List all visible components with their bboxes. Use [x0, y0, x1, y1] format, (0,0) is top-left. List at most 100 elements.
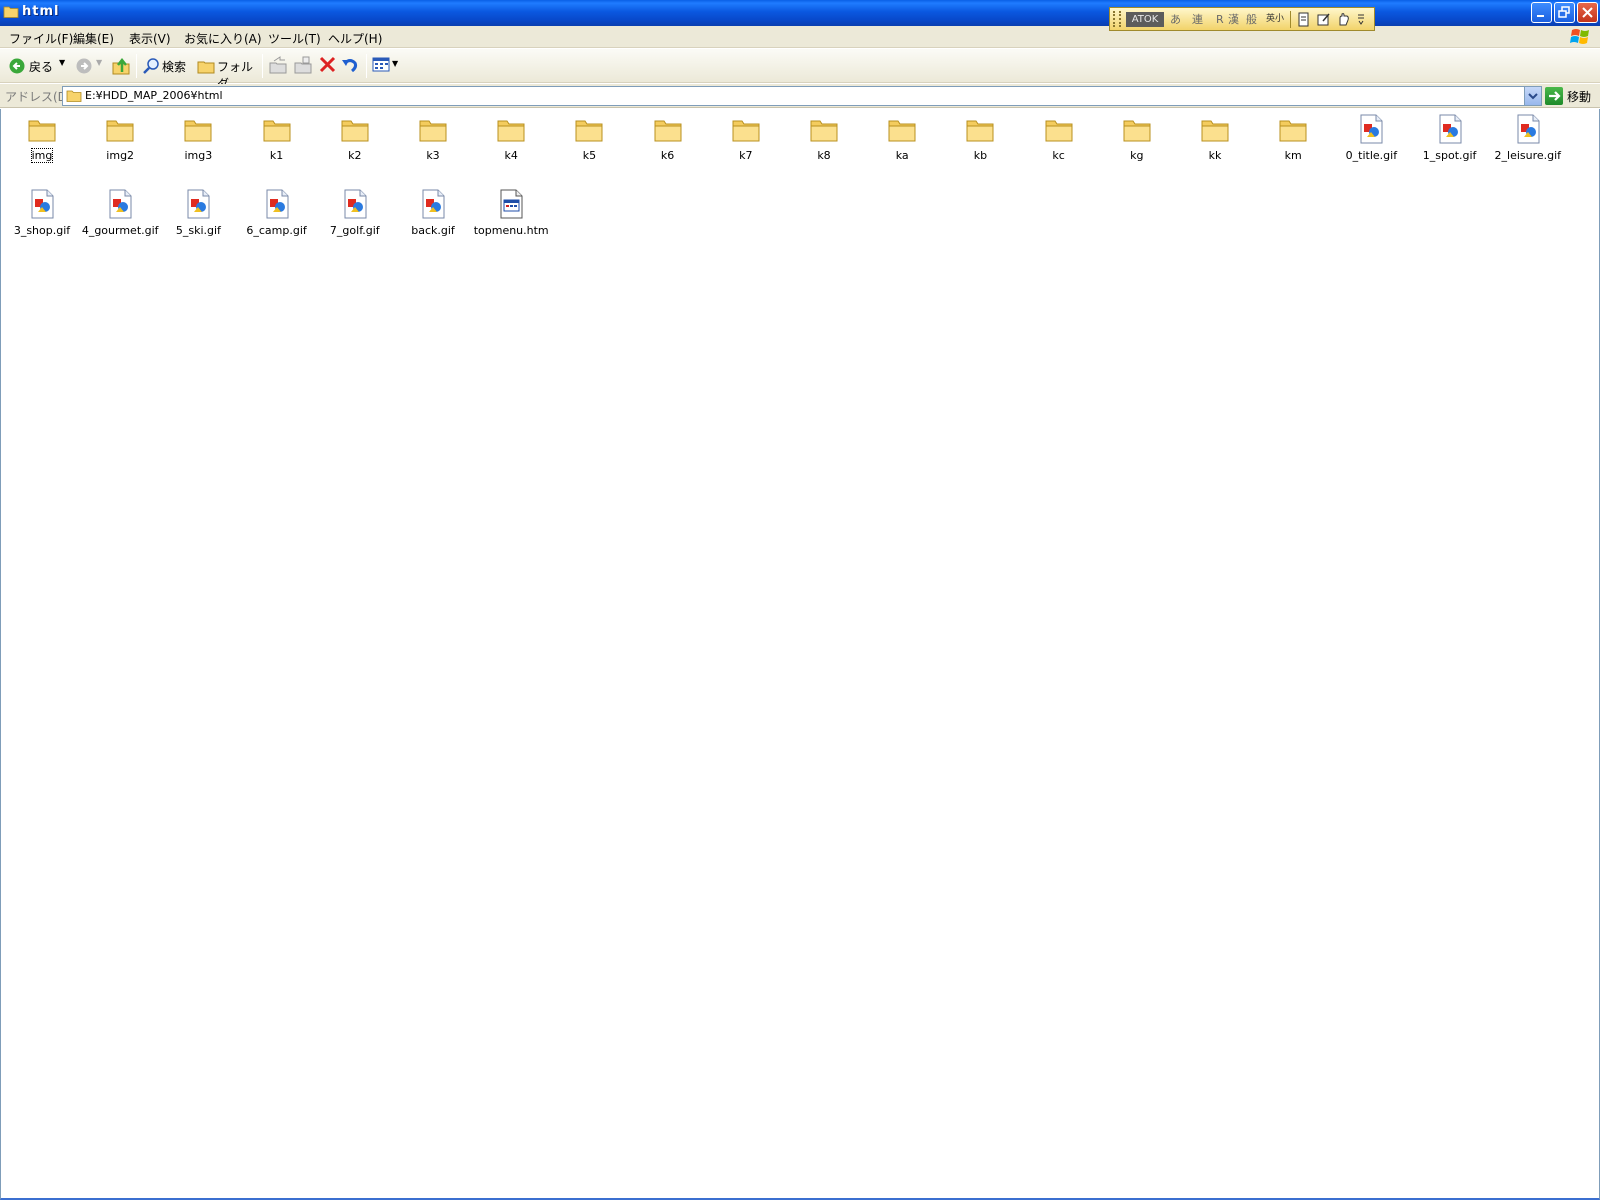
close-button[interactable]: [1577, 2, 1598, 23]
file-list-view[interactable]: img img2 img3 k1 k2 k3 k4 k5 k6 k7 k8 ka kb kc kg kk km 0…: [0, 109, 1600, 1200]
menu-arrow-icon[interactable]: [1356, 12, 1366, 27]
folder-item[interactable]: img2: [81, 109, 159, 179]
minimize-icon: [1537, 15, 1544, 17]
file-item[interactable]: 0_title.gif: [1332, 109, 1410, 179]
folder-icon: [1277, 113, 1309, 145]
atok-mode-hiragana[interactable]: あ: [1170, 12, 1181, 27]
html-document-icon: [495, 188, 527, 220]
file-item[interactable]: 7_golf.gif: [316, 184, 394, 254]
close-icon: [1582, 7, 1593, 18]
edit-icon[interactable]: [1316, 12, 1331, 27]
folder-icon: [652, 113, 684, 145]
dropdown-arrow-icon[interactable]: ▼: [392, 59, 398, 68]
folder-item[interactable]: k2: [316, 109, 394, 179]
menu-tools[interactable]: ツール(T): [268, 30, 321, 47]
folder-icon: [730, 113, 762, 145]
file-item[interactable]: 2_leisure.gif: [1489, 109, 1567, 179]
menu-file[interactable]: ファイル(F): [9, 30, 73, 47]
back-label: 戻る: [29, 60, 54, 74]
folder-icon: [261, 113, 293, 145]
file-name-label: kk: [1208, 149, 1222, 162]
drag-grip-icon[interactable]: [1113, 11, 1121, 27]
undo-icon[interactable]: [340, 55, 360, 77]
menu-favorites[interactable]: お気に入り(A): [184, 30, 262, 47]
folder-icon: [182, 113, 214, 145]
file-name-label: img: [30, 148, 54, 163]
folder-item[interactable]: km: [1254, 109, 1332, 179]
dropdown-arrow-icon[interactable]: ▼: [96, 58, 102, 67]
views-button[interactable]: ▼: [372, 55, 400, 77]
folders-button[interactable]: フォルダ: [195, 55, 257, 91]
folder-item[interactable]: kk: [1176, 109, 1254, 179]
file-item[interactable]: 5_ski.gif: [159, 184, 237, 254]
file-name-label: 1_spot.gif: [1422, 149, 1477, 162]
folders-icon: [197, 61, 215, 74]
file-item[interactable]: 1_spot.gif: [1411, 109, 1489, 179]
delete-icon[interactable]: [318, 55, 338, 77]
address-dropdown-button[interactable]: [1524, 87, 1541, 105]
file-name-label: k3: [426, 149, 440, 162]
file-item[interactable]: 6_camp.gif: [238, 184, 316, 254]
toolbar-separator: [366, 54, 367, 78]
folder-icon: [26, 113, 58, 145]
file-item[interactable]: 3_shop.gif: [3, 184, 81, 254]
atok-mode-general[interactable]: 般: [1246, 12, 1257, 27]
file-name-label: img3: [184, 149, 213, 162]
atok-mode-input[interactable]: 連: [1192, 12, 1203, 27]
menu-help[interactable]: ヘルプ(H): [328, 30, 382, 47]
gif-image-icon: [1434, 113, 1466, 145]
atok-mode-romaji[interactable]: R: [1216, 12, 1224, 27]
go-label: 移動: [1567, 90, 1592, 104]
search-label: 検索: [162, 60, 187, 74]
atok-mode-kanji[interactable]: 漢: [1228, 12, 1239, 27]
forward-arrow-icon: [76, 58, 92, 74]
atok-mode-alpha[interactable]: 英小: [1266, 12, 1284, 27]
file-name-label: ka: [895, 149, 909, 162]
folder-item[interactable]: k4: [472, 109, 550, 179]
restore-button[interactable]: [1554, 2, 1575, 23]
folder-icon: [964, 113, 996, 145]
minimize-button[interactable]: [1531, 2, 1552, 23]
file-name-label: 0_title.gif: [1345, 149, 1398, 162]
address-input[interactable]: E:¥HDD_MAP_2006¥html: [62, 86, 1542, 106]
address-bar: アドレス(D) E:¥HDD_MAP_2006¥html 移動: [0, 84, 1600, 108]
forward-button[interactable]: ▼: [74, 55, 104, 77]
menu-edit[interactable]: 編集(E): [73, 30, 114, 47]
gif-image-icon: [339, 188, 371, 220]
folder-icon: [495, 113, 527, 145]
folder-item[interactable]: k7: [707, 109, 785, 179]
gif-image-icon: [182, 188, 214, 220]
folder-item[interactable]: k1: [238, 109, 316, 179]
move-to-icon[interactable]: [268, 55, 288, 77]
go-button[interactable]: 移動: [1545, 86, 1597, 106]
file-item[interactable]: back.gif: [394, 184, 472, 254]
copy-to-icon[interactable]: [293, 55, 313, 77]
folder-item[interactable]: kc: [1020, 109, 1098, 179]
folder-icon: [3, 6, 19, 18]
folder-item[interactable]: k8: [785, 109, 863, 179]
folder-item[interactable]: k5: [550, 109, 628, 179]
file-item[interactable]: 4_gourmet.gif: [81, 184, 159, 254]
handwriting-icon[interactable]: [1336, 12, 1351, 27]
atok-label[interactable]: ATOK: [1126, 12, 1164, 27]
dictionary-icon[interactable]: [1296, 12, 1311, 27]
dropdown-arrow-icon[interactable]: ▼: [59, 58, 65, 67]
folder-icon: [339, 113, 371, 145]
folder-item[interactable]: ka: [863, 109, 941, 179]
search-button[interactable]: 検索: [140, 55, 190, 77]
menu-view[interactable]: 表示(V): [129, 30, 171, 47]
up-button[interactable]: [110, 55, 132, 77]
folder-item[interactable]: img: [3, 109, 81, 179]
folder-item[interactable]: kg: [1098, 109, 1176, 179]
file-name-label: 3_shop.gif: [13, 224, 71, 237]
folder-item[interactable]: k6: [629, 109, 707, 179]
gif-image-icon: [417, 188, 449, 220]
folder-item[interactable]: kb: [941, 109, 1019, 179]
file-item[interactable]: topmenu.htm: [472, 184, 550, 254]
file-name-label: kc: [1052, 149, 1065, 162]
folder-icon: [104, 113, 136, 145]
folder-item[interactable]: k3: [394, 109, 472, 179]
back-button[interactable]: 戻る ▼: [7, 55, 67, 77]
atok-language-bar[interactable]: ATOK あ 連 R 漢 般 英小: [1109, 7, 1375, 31]
folder-item[interactable]: img3: [159, 109, 237, 179]
